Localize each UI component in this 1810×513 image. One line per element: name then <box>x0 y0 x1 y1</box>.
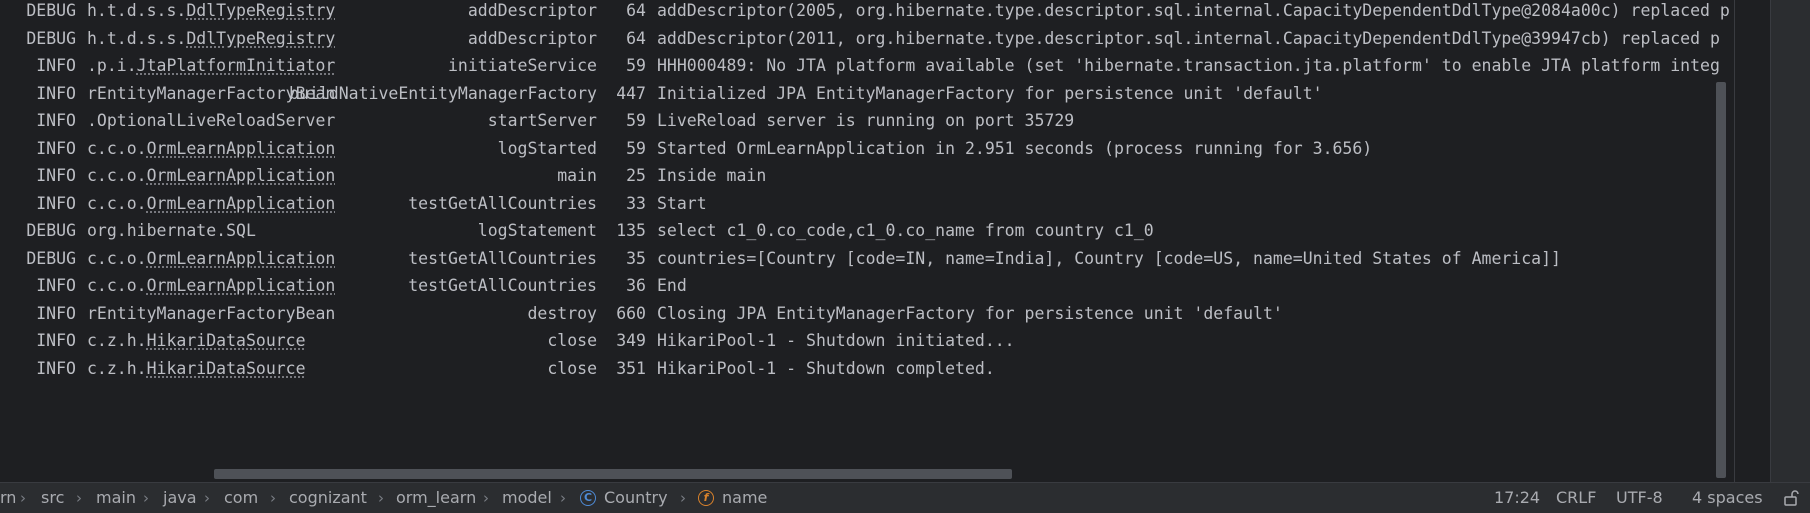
log-message: HikariPool-1 - Shutdown initiated... <box>657 331 1015 350</box>
log-line-number: 64 <box>626 1 646 20</box>
log-line-number: 349 <box>616 331 646 350</box>
log-message: addDescriptor(2011, org.hibernate.type.d… <box>657 28 1720 48</box>
breadcrumb-item-com[interactable]: com <box>224 483 258 513</box>
breadcrumb-item-cognizant[interactable]: cognizant <box>289 483 367 513</box>
log-line-number: 64 <box>626 28 646 48</box>
right-tool-strip <box>1770 0 1810 482</box>
breadcrumb-item-model[interactable]: model <box>502 483 552 513</box>
log-line-number: 660 <box>616 303 646 323</box>
log-line-number: 135 <box>616 221 646 240</box>
caret-position[interactable]: 17:24 <box>1494 483 1540 513</box>
chevron-right-icon: › <box>143 489 149 507</box>
log-message: LiveReload server is running on port 357… <box>657 111 1075 130</box>
log-line-number: 447 <box>616 83 646 103</box>
log-line-number: 351 <box>616 358 646 378</box>
log-message: countries=[Country [code=IN, name=India]… <box>657 248 1561 268</box>
breadcrumb-item-class[interactable]: Country <box>604 483 668 513</box>
log-message: Closing JPA EntityManagerFactory for per… <box>657 303 1283 323</box>
writable-lock-icon[interactable] <box>1782 489 1800 507</box>
log-message: Start <box>657 193 707 213</box>
log-line-number: 36 <box>626 276 646 295</box>
log-message: addDescriptor(2005, org.hibernate.type.d… <box>657 1 1730 20</box>
log-message: Started OrmLearnApplication in 2.951 sec… <box>657 138 1373 158</box>
chevron-right-icon: › <box>20 489 26 507</box>
file-encoding[interactable]: UTF-8 <box>1616 483 1663 513</box>
chevron-right-icon: › <box>560 489 566 507</box>
chevron-right-icon: › <box>378 489 384 507</box>
log-message: HHH000489: No JTA platform available (se… <box>657 56 1720 75</box>
log-message: select c1_0.co_code,c1_0.co_name from co… <box>657 221 1154 240</box>
log-line-number: 25 <box>626 166 646 185</box>
log-line-number: 59 <box>626 111 646 130</box>
class-icon: C <box>580 490 596 506</box>
log-line-number: 35 <box>626 248 646 268</box>
vertical-scrollbar-thumb[interactable] <box>1716 82 1726 478</box>
breadcrumb-item-field[interactable]: name <box>722 483 767 513</box>
breadcrumb-item-orm-learn[interactable]: orm_learn <box>396 483 476 513</box>
horizontal-scrollbar-thumb[interactable] <box>214 469 1012 479</box>
log-message: Inside main <box>657 166 767 185</box>
breadcrumb-item-src[interactable]: src <box>41 483 64 513</box>
chevron-right-icon: › <box>204 489 210 507</box>
breadcrumb-item-main[interactable]: main <box>96 483 136 513</box>
chevron-right-icon: › <box>76 489 82 507</box>
line-separator[interactable]: CRLF <box>1556 483 1596 513</box>
log-line-number: 59 <box>626 138 646 158</box>
log-message: End <box>657 276 687 295</box>
breadcrumb-item-project[interactable]: rn <box>0 483 16 513</box>
log-line-number: 33 <box>626 193 646 213</box>
console-output: DEBUG h.t.d.s.s.DdlTypeRegistry addDescrip… <box>0 0 1770 482</box>
log-line-number: 59 <box>626 56 646 75</box>
breadcrumb-item-java[interactable]: java <box>163 483 197 513</box>
chevron-right-icon: › <box>680 489 686 507</box>
log-message: HikariPool-1 - Shutdown completed. <box>657 358 995 378</box>
status-bar: rn › src › main › java › com › cognizant… <box>0 482 1810 513</box>
gutter-divider <box>1734 0 1735 482</box>
log-message: Initialized JPA EntityManagerFactory for… <box>657 83 1323 103</box>
chevron-right-icon: › <box>483 489 489 507</box>
field-icon: f <box>698 490 714 506</box>
chevron-right-icon: › <box>270 489 276 507</box>
indent-setting[interactable]: 4 spaces <box>1692 483 1763 513</box>
